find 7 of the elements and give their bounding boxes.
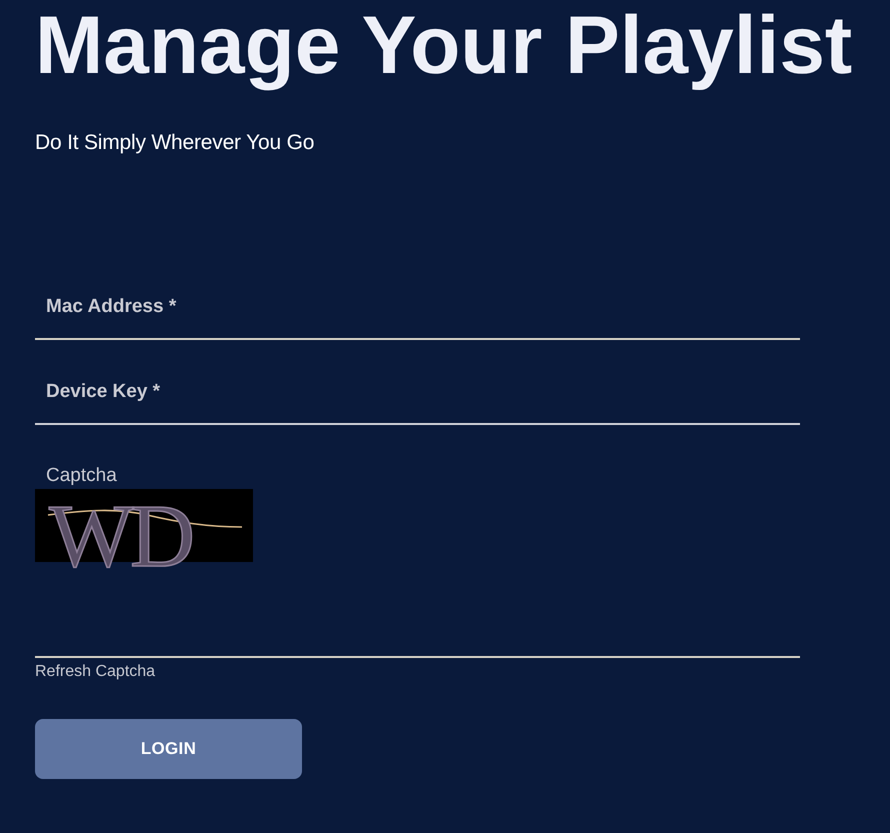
captcha-label: Captcha (46, 465, 117, 487)
login-button[interactable]: LOGIN (35, 719, 302, 779)
mac-address-field[interactable]: Mac Address * (35, 285, 800, 340)
page-subtitle: Do It Simply Wherever You Go (35, 131, 314, 155)
captcha-text: WD (49, 492, 191, 582)
device-key-field[interactable]: Device Key * (35, 370, 800, 425)
refresh-captcha-link[interactable]: Refresh Captcha (35, 662, 156, 682)
